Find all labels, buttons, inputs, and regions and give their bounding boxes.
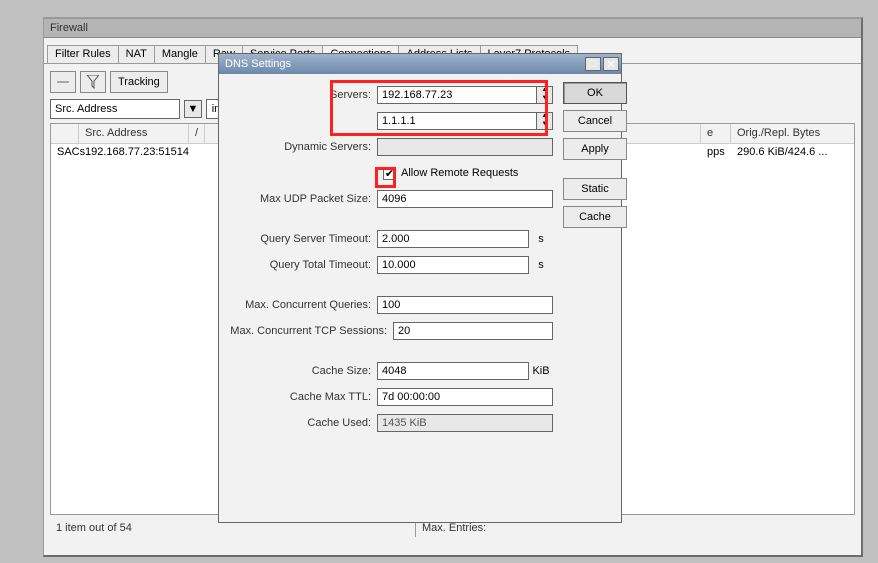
cache-used-label: Cache Used: [227, 417, 377, 429]
funnel-icon [87, 75, 99, 89]
max-udp-input[interactable] [377, 190, 553, 208]
query-total-timeout-label: Query Total Timeout: [227, 259, 377, 271]
dynamic-servers-input [377, 138, 553, 156]
col-src-address[interactable]: Src. Address [79, 124, 189, 143]
unit-seconds: s [529, 259, 553, 271]
server2-spinner[interactable]: ▲ ▼ [537, 112, 553, 130]
max-tcp-sessions-label: Max. Concurrent TCP Sessions: [227, 325, 393, 337]
server1-input[interactable] [377, 86, 537, 104]
close-button[interactable]: ✕ [603, 57, 619, 71]
cache-ttl-label: Cache Max TTL: [227, 391, 377, 403]
cell-src: 192.168.77.23:51514 [79, 144, 205, 161]
ok-button[interactable]: OK [563, 82, 627, 104]
check-icon: ✔ [385, 167, 394, 180]
max-concurrent-queries-input[interactable] [377, 296, 553, 314]
cancel-button[interactable]: Cancel [563, 110, 627, 132]
remove-button[interactable] [50, 71, 76, 93]
dns-titlebar[interactable]: DNS Settings □ ✕ [219, 54, 621, 74]
filter-button[interactable] [80, 71, 106, 93]
window-controls: □ ✕ [583, 57, 619, 71]
col-blank[interactable] [51, 124, 79, 143]
servers-label: Servers: [227, 89, 377, 101]
cache-button[interactable]: Cache [563, 206, 627, 228]
max-concurrent-queries-label: Max. Concurrent Queries: [227, 299, 377, 311]
minus-icon [56, 77, 70, 87]
cell-tag: SACs [51, 144, 79, 161]
maximize-button[interactable]: □ [585, 57, 601, 71]
allow-remote-checkbox[interactable]: ✔ [383, 167, 396, 180]
allow-remote-label: Allow Remote Requests [401, 167, 518, 179]
static-button[interactable]: Static [563, 178, 627, 200]
query-total-timeout-input[interactable] [377, 256, 529, 274]
tab-nat[interactable]: NAT [118, 45, 155, 63]
unit-seconds: s [529, 233, 553, 245]
tab-filter-rules[interactable]: Filter Rules [47, 45, 119, 63]
tab-mangle[interactable]: Mangle [154, 45, 206, 63]
dns-title: DNS Settings [225, 58, 291, 70]
apply-button[interactable]: Apply [563, 138, 627, 160]
spin-down-icon[interactable]: ▼ [537, 95, 552, 103]
dialog-buttons: OK Cancel Apply Static Cache [563, 82, 627, 436]
col-extra[interactable]: e [701, 124, 731, 143]
spin-down-icon[interactable]: ▼ [537, 121, 552, 129]
col-sort-indicator[interactable]: / [189, 124, 205, 143]
cache-size-label: Cache Size: [227, 365, 377, 377]
tracking-button[interactable]: Tracking [110, 71, 168, 93]
query-server-timeout-input[interactable] [377, 230, 529, 248]
dns-settings-dialog: DNS Settings □ ✕ Servers: ▲ ▼ ▲ ▼ [218, 53, 622, 523]
cache-ttl-input[interactable] [377, 388, 553, 406]
spin-up-icon[interactable]: ▲ [537, 113, 552, 121]
close-icon: ✕ [606, 58, 615, 71]
server1-spinner[interactable]: ▲ ▼ [537, 86, 553, 104]
chevron-down-icon: ▼ [188, 103, 199, 115]
query-server-timeout-label: Query Server Timeout: [227, 233, 377, 245]
max-udp-label: Max UDP Packet Size: [227, 193, 377, 205]
cache-used-value [377, 414, 553, 432]
cell-extra: pps [701, 144, 731, 161]
max-tcp-sessions-input[interactable] [393, 322, 553, 340]
col-bytes[interactable]: Orig./Repl. Bytes [731, 124, 854, 143]
status-bar: 1 item out of 54 [50, 519, 138, 537]
unit-kib: KiB [529, 365, 553, 377]
cache-size-input[interactable] [377, 362, 529, 380]
cell-bytes: 290.6 KiB/424.6 ... [731, 144, 854, 161]
spin-up-icon[interactable]: ▲ [537, 87, 552, 95]
maximize-icon: □ [590, 58, 597, 70]
server2-input[interactable] [377, 112, 537, 130]
filter-field-dropdown[interactable]: ▼ [184, 100, 202, 118]
firewall-title: Firewall [44, 19, 861, 38]
filter-field-select[interactable]: Src. Address [50, 99, 180, 119]
dynamic-servers-label: Dynamic Servers: [227, 141, 377, 153]
fields: Servers: ▲ ▼ ▲ ▼ Dynamic Servers: [227, 82, 553, 436]
